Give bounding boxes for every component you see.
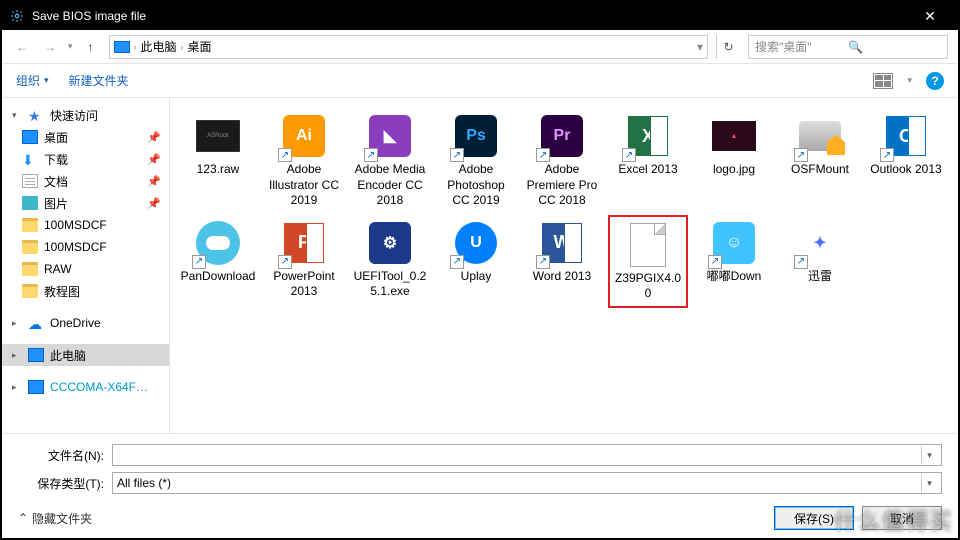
pc-icon (114, 41, 130, 53)
sidebar-downloads[interactable]: ⬇下载📌 (2, 148, 169, 170)
file-item[interactable]: X↗Excel 2013 (608, 108, 688, 213)
chevron-right-icon: › (134, 42, 137, 52)
shortcut-icon: ↗ (880, 148, 894, 162)
search-input[interactable]: 搜索"桌面" 🔍 (748, 35, 948, 59)
file-item-highlighted[interactable]: Z39PGIX4.00 (608, 215, 688, 308)
crumb-desktop[interactable]: 桌面 (188, 38, 212, 55)
save-button[interactable]: 保存(S) (774, 506, 854, 530)
sidebar-pictures[interactable]: 图片📌 (2, 192, 169, 214)
chevron-down-icon[interactable]: ▾ (921, 474, 937, 492)
forward-button[interactable]: → (40, 37, 60, 57)
organize-menu[interactable]: 组织 ▾ (16, 72, 49, 89)
image-icon: ▲ (712, 121, 756, 151)
shortcut-icon: ↗ (450, 255, 464, 269)
shortcut-icon: ↗ (794, 255, 808, 269)
sidebar-folder[interactable]: RAW (2, 258, 169, 280)
file-icon: ASRock (196, 120, 240, 152)
help-button[interactable]: ? (926, 72, 944, 90)
file-icon (630, 223, 666, 267)
filetype-label: 保存类型(T): (18, 475, 104, 492)
search-placeholder: 搜索"桌面" (755, 38, 848, 55)
file-item[interactable]: ▲logo.jpg (694, 108, 774, 213)
file-item[interactable]: Ps↗Adobe Photoshop CC 2019 (436, 108, 516, 213)
nav-toolbar: ← → ▾ ↑ › 此电脑 › 桌面 ▾ ↻ 搜索"桌面" 🔍 (2, 30, 958, 64)
titlebar: Save BIOS image file ✕ (2, 2, 958, 30)
shortcut-icon: ↗ (708, 255, 722, 269)
file-item[interactable]: ↗OSFMount (780, 108, 860, 213)
filetype-select[interactable]: All files (*)▾ (112, 472, 942, 494)
file-item[interactable]: Ai↗Adobe Illustrator CC 2019 (264, 108, 344, 213)
address-bar[interactable]: › 此电脑 › 桌面 ▾ (109, 35, 708, 59)
sidebar-desktop[interactable]: 桌面📌 (2, 126, 169, 148)
shortcut-icon: ↗ (536, 148, 550, 162)
sidebar-folder[interactable]: 100MSDCF (2, 214, 169, 236)
back-button[interactable]: ← (12, 37, 32, 57)
file-item[interactable]: ◣↗Adobe Media Encoder CC 2018 (350, 108, 430, 213)
shortcut-icon: ↗ (278, 255, 292, 269)
chevron-right-icon: › (181, 42, 184, 52)
file-item[interactable]: P↗PowerPoint 2013 (264, 215, 344, 308)
file-item[interactable]: ☺↗嘟嘟Down (694, 215, 774, 308)
file-item[interactable]: U↗Uplay (436, 215, 516, 308)
sidebar-documents[interactable]: 文档📌 (2, 170, 169, 192)
window-title: Save BIOS image file (32, 9, 910, 23)
sidebar-thispc[interactable]: ▸此电脑 (2, 344, 169, 366)
view-options[interactable] (873, 73, 893, 89)
chevron-down-icon[interactable]: ▾ (697, 40, 703, 54)
new-folder-button[interactable]: 新建文件夹 (69, 72, 129, 89)
chevron-down-icon[interactable]: ▾ (921, 446, 937, 464)
sidebar-onedrive[interactable]: ▸☁OneDrive (2, 312, 169, 334)
shortcut-icon: ↗ (364, 148, 378, 162)
shortcut-icon: ↗ (450, 148, 464, 162)
command-bar: 组织 ▾ 新建文件夹 ▾ ? (2, 64, 958, 98)
sidebar-network[interactable]: ▸CCCOMA-X64F… (2, 376, 169, 398)
chevron-down-icon[interactable]: ▾ (907, 75, 912, 86)
file-item[interactable]: Pr↗Adobe Premiere Pro CC 2018 (522, 108, 602, 213)
nav-sidebar: ▾★快速访问 桌面📌 ⬇下载📌 文档📌 图片📌 100MSDCF 100MSDC… (2, 98, 170, 433)
chevron-up-icon: ⌃ (18, 511, 28, 525)
shortcut-icon: ↗ (536, 255, 550, 269)
filename-input[interactable]: ▾ (112, 444, 942, 466)
file-item[interactable]: ↗PanDownload (178, 215, 258, 308)
file-list: ASRock123.raw Ai↗Adobe Illustrator CC 20… (170, 98, 958, 433)
sidebar-folder[interactable]: 100MSDCF (2, 236, 169, 258)
file-item[interactable]: O↗Outlook 2013 (866, 108, 946, 213)
disk-icon (799, 121, 841, 151)
cancel-button[interactable]: 取消 (862, 506, 942, 530)
file-item[interactable]: ASRock123.raw (178, 108, 258, 213)
file-item[interactable]: ⚙UEFITool_0.25.1.exe (350, 215, 430, 308)
shortcut-icon: ↗ (278, 148, 292, 162)
filename-label: 文件名(N): (18, 447, 104, 464)
sidebar-quick-access[interactable]: ▾★快速访问 (2, 104, 169, 126)
hide-folders-toggle[interactable]: ⌃隐藏文件夹 (18, 510, 92, 527)
shortcut-icon: ↗ (622, 148, 636, 162)
save-form: 文件名(N): ▾ 保存类型(T): All files (*)▾ ⌃隐藏文件夹… (2, 433, 958, 538)
close-button[interactable]: ✕ (910, 8, 950, 25)
gear-icon (10, 9, 24, 23)
search-icon[interactable]: 🔍 (848, 40, 941, 54)
file-item[interactable]: ✦↗迅雷 (780, 215, 860, 308)
shortcut-icon: ↗ (794, 148, 808, 162)
history-dropdown[interactable]: ▾ (68, 41, 73, 52)
sidebar-folder[interactable]: 教程图 (2, 280, 169, 302)
shortcut-icon: ↗ (192, 255, 206, 269)
file-item[interactable]: W↗Word 2013 (522, 215, 602, 308)
uefi-icon: ⚙ (369, 222, 411, 264)
crumb-thispc[interactable]: 此电脑 (141, 38, 177, 55)
up-button[interactable]: ↑ (81, 37, 101, 57)
refresh-button[interactable]: ↻ (716, 35, 740, 59)
